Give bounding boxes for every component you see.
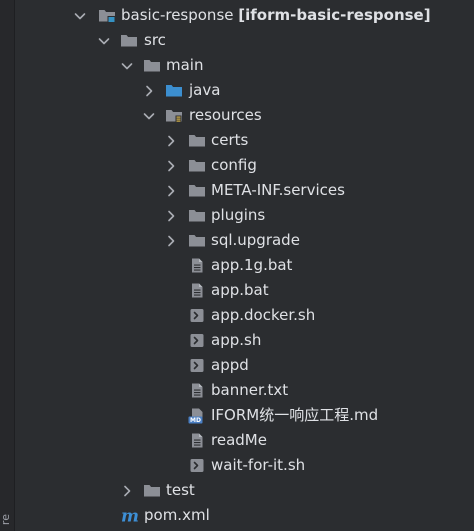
module-folder-icon bbox=[98, 7, 116, 24]
tree-node-label: banner.txt bbox=[211, 381, 289, 399]
tree-node-src[interactable]: src bbox=[0, 28, 474, 53]
tree-node-label: certs bbox=[211, 131, 249, 149]
tree-node-basic-response[interactable]: basic-response [iform-basic-response] bbox=[0, 3, 474, 28]
chevron-right-icon[interactable] bbox=[163, 153, 179, 178]
chevron-right-icon[interactable] bbox=[163, 203, 179, 228]
chevron-down-icon[interactable] bbox=[119, 53, 135, 78]
chevron-down-icon[interactable] bbox=[96, 28, 112, 53]
folder-icon bbox=[188, 157, 206, 174]
chevron-right-icon[interactable] bbox=[119, 478, 135, 503]
source-folder-icon bbox=[165, 82, 183, 99]
tree-node-appd[interactable]: appd bbox=[0, 353, 474, 378]
text-file-icon bbox=[188, 382, 206, 399]
folder-icon bbox=[188, 182, 206, 199]
tree-node-label: app.bat bbox=[211, 281, 269, 299]
tree-node-app-bat[interactable]: app.bat bbox=[0, 278, 474, 303]
tree-node-label: resources bbox=[189, 106, 262, 124]
tree-node-sql-upgrade[interactable]: sql.upgrade bbox=[0, 228, 474, 253]
markdown-file-icon bbox=[188, 407, 206, 424]
tree-node-certs[interactable]: certs bbox=[0, 128, 474, 153]
tree-node-wait-for-it-sh[interactable]: wait-for-it.sh bbox=[0, 453, 474, 478]
shell-script-icon bbox=[188, 332, 206, 349]
folder-icon bbox=[188, 132, 206, 149]
tree-node-banner-txt[interactable]: banner.txt bbox=[0, 378, 474, 403]
tree-node-meta-inf-services[interactable]: META-INF.services bbox=[0, 178, 474, 203]
resources-folder-icon bbox=[165, 107, 183, 124]
folder-icon bbox=[143, 482, 161, 499]
tree-node-label: main bbox=[166, 56, 204, 74]
tree-node-label: src bbox=[144, 31, 166, 49]
tree-node-label: plugins bbox=[211, 206, 266, 224]
project-name: basic-response bbox=[121, 6, 234, 24]
tree-node-label: IFORM统一响应工程.md bbox=[211, 406, 379, 424]
chevron-right-icon[interactable] bbox=[163, 128, 179, 153]
tree-node-readme[interactable]: readMe bbox=[0, 428, 474, 453]
tree-node-label: app.sh bbox=[211, 331, 262, 349]
tree-node-label: appd bbox=[211, 356, 249, 374]
chevron-right-icon[interactable] bbox=[163, 178, 179, 203]
project-tree[interactable]: basic-response [iform-basic-response] sr… bbox=[0, 3, 474, 528]
folder-icon bbox=[143, 57, 161, 74]
chevron-down-icon[interactable] bbox=[141, 103, 157, 128]
tree-node-label: sql.upgrade bbox=[211, 231, 300, 249]
chevron-right-icon[interactable] bbox=[163, 228, 179, 253]
chevron-down-icon[interactable] bbox=[72, 3, 88, 28]
tree-node-app-docker-sh[interactable]: app.docker.sh bbox=[0, 303, 474, 328]
tree-node-config[interactable]: config bbox=[0, 153, 474, 178]
tree-node-plugins[interactable]: plugins bbox=[0, 203, 474, 228]
tree-node-label: pom.xml bbox=[144, 506, 210, 524]
tree-node-app-1g-bat[interactable]: app.1g.bat bbox=[0, 253, 474, 278]
tree-node-label: test bbox=[166, 481, 195, 499]
shell-script-icon bbox=[188, 357, 206, 374]
tree-node-main[interactable]: main bbox=[0, 53, 474, 78]
tree-node-label: wait-for-it.sh bbox=[211, 456, 306, 474]
module-label: [iform-basic-response] bbox=[238, 6, 431, 24]
tree-node-label: java bbox=[189, 81, 221, 99]
chevron-right-icon[interactable] bbox=[141, 78, 157, 103]
tree-node-iform-md[interactable]: IFORM统一响应工程.md bbox=[0, 403, 474, 428]
folder-icon bbox=[188, 232, 206, 249]
shell-script-icon bbox=[188, 457, 206, 474]
tree-node-test[interactable]: test bbox=[0, 478, 474, 503]
tree-node-pom-xml[interactable]: pom.xml bbox=[0, 503, 474, 528]
tree-node-label: META-INF.services bbox=[211, 181, 345, 199]
shell-script-icon bbox=[188, 307, 206, 324]
tree-node-label: app.docker.sh bbox=[211, 306, 316, 324]
folder-icon bbox=[188, 207, 206, 224]
text-file-icon bbox=[188, 432, 206, 449]
tree-node-resources[interactable]: resources bbox=[0, 103, 474, 128]
tree-node-label: config bbox=[211, 156, 257, 174]
text-file-icon bbox=[188, 282, 206, 299]
tree-node-label: app.1g.bat bbox=[211, 256, 293, 274]
tree-node-app-sh[interactable]: app.sh bbox=[0, 328, 474, 353]
tree-node-java[interactable]: java bbox=[0, 78, 474, 103]
tree-node-label: readMe bbox=[211, 431, 267, 449]
maven-icon bbox=[120, 507, 140, 524]
folder-icon bbox=[120, 32, 138, 49]
text-file-icon bbox=[188, 257, 206, 274]
